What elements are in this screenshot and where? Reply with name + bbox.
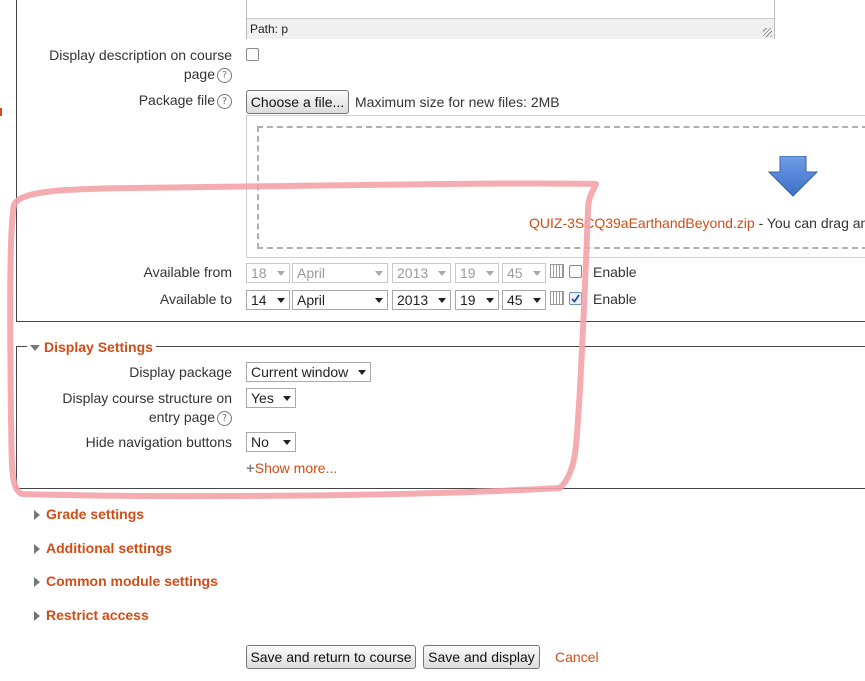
course-structure-label-line2: entry page? bbox=[30, 408, 232, 427]
available-from-year-select[interactable]: 2013 bbox=[392, 263, 451, 283]
hide-nav-label: Hide navigation buttons bbox=[85, 434, 232, 450]
available-from-month-select[interactable]: April bbox=[292, 263, 388, 283]
course-structure-label: Display course structure on entry page? bbox=[30, 389, 232, 427]
edge-mark bbox=[0, 108, 2, 116]
available-from-hour-select[interactable]: 19 bbox=[455, 263, 499, 283]
chevron-down-icon bbox=[277, 298, 285, 303]
chevron-down-icon bbox=[375, 271, 383, 276]
available-from-day-select[interactable]: 18 bbox=[246, 263, 290, 283]
available-to-month-value: April bbox=[297, 292, 326, 308]
display-package-label: Display package bbox=[129, 364, 232, 380]
available-from-label: Available from bbox=[143, 264, 232, 280]
available-to-year-value: 2013 bbox=[397, 292, 429, 308]
display-settings-legend[interactable]: Display Settings bbox=[27, 339, 156, 355]
available-to-enable-label: Enable bbox=[593, 291, 637, 307]
chevron-down-icon bbox=[277, 271, 285, 276]
help-icon[interactable]: ? bbox=[217, 410, 232, 426]
course-structure-label-line1: Display course structure on bbox=[62, 390, 232, 406]
plus-icon: + bbox=[246, 460, 255, 477]
package-file-label-text: Package file bbox=[138, 92, 215, 108]
section-additional-settings[interactable]: Additional settings bbox=[34, 540, 172, 556]
display-package-select[interactable]: Current window bbox=[246, 362, 371, 382]
available-to-day-select[interactable]: 14 bbox=[246, 290, 290, 310]
available-from-year-value: 2013 bbox=[397, 265, 429, 281]
available-to-enable-checkbox[interactable] bbox=[569, 292, 582, 305]
available-from-minute-value: 45 bbox=[507, 265, 523, 281]
display-description-label-line2: page? bbox=[30, 65, 232, 84]
available-to-month-select[interactable]: April bbox=[292, 290, 388, 310]
file-drop-area[interactable]: QUIZ-3SCQ39aEarthandBeyond.zip - You can… bbox=[246, 115, 865, 258]
editor-path-label: Path: p bbox=[250, 22, 289, 36]
chevron-down-icon bbox=[358, 370, 366, 375]
editor-path-bar: Path: p bbox=[247, 18, 774, 39]
help-icon[interactable]: ? bbox=[217, 93, 232, 109]
chevron-down-icon bbox=[533, 271, 541, 276]
chevron-down-icon bbox=[486, 271, 494, 276]
section-title: Common module settings bbox=[46, 573, 218, 589]
expand-triangle-icon bbox=[34, 577, 40, 588]
chevron-down-icon bbox=[438, 298, 446, 303]
available-from-enable-label: Enable bbox=[593, 264, 637, 280]
hide-nav-select[interactable]: No bbox=[246, 432, 296, 452]
save-and-return-button[interactable]: Save and return to course bbox=[246, 645, 416, 669]
max-size-text: Maximum size for new files: 2MB bbox=[355, 94, 560, 110]
cancel-link[interactable]: Cancel bbox=[555, 649, 599, 665]
fieldset-border-left bbox=[16, 0, 17, 322]
collapse-triangle-icon bbox=[30, 345, 40, 352]
available-from-day-value: 18 bbox=[251, 265, 267, 281]
course-structure-select[interactable]: Yes bbox=[246, 388, 296, 408]
available-to-hour-value: 19 bbox=[460, 292, 476, 308]
drag-hint-text: - You can drag and bbox=[754, 215, 865, 231]
fieldset-border-bottom bbox=[16, 321, 865, 322]
chevron-down-icon bbox=[375, 298, 383, 303]
download-arrow-icon bbox=[767, 156, 819, 197]
show-more-text: Show more... bbox=[254, 460, 338, 476]
help-icon[interactable]: ? bbox=[217, 67, 232, 83]
course-structure-label-text: entry page bbox=[148, 409, 215, 425]
display-description-label: Display description on course page? bbox=[30, 46, 232, 84]
section-grade-settings[interactable]: Grade settings bbox=[34, 506, 144, 522]
uploaded-file-line: QUIZ-3SCQ39aEarthandBeyond.zip - You can… bbox=[529, 215, 865, 231]
checkmark-icon bbox=[571, 294, 580, 303]
available-from-month-value: April bbox=[297, 265, 326, 281]
chevron-down-icon bbox=[533, 298, 541, 303]
section-restrict-access[interactable]: Restrict access bbox=[34, 607, 149, 623]
section-common-module-settings[interactable]: Common module settings bbox=[34, 573, 218, 589]
show-more-link[interactable]: +Show more... bbox=[246, 460, 337, 477]
available-to-label: Available to bbox=[159, 291, 232, 307]
chevron-down-icon bbox=[283, 396, 291, 401]
display-description-label-line1: Display description on course bbox=[49, 47, 232, 63]
calendar-icon[interactable] bbox=[550, 291, 564, 305]
display-description-checkbox[interactable] bbox=[246, 48, 259, 61]
expand-triangle-icon bbox=[34, 544, 40, 555]
available-to-year-select[interactable]: 2013 bbox=[392, 290, 451, 310]
package-file-label: Package file? bbox=[30, 91, 232, 110]
available-to-hour-select[interactable]: 19 bbox=[455, 290, 499, 310]
section-title: Restrict access bbox=[46, 607, 149, 623]
available-to-minute-select[interactable]: 45 bbox=[502, 290, 546, 310]
hide-nav-value: No bbox=[251, 434, 269, 450]
section-title: Grade settings bbox=[46, 506, 145, 522]
resize-grip-icon[interactable] bbox=[763, 28, 772, 37]
display-settings-title: Display Settings bbox=[44, 339, 153, 355]
chevron-down-icon bbox=[438, 271, 446, 276]
expand-triangle-icon bbox=[34, 510, 40, 521]
expand-triangle-icon bbox=[34, 611, 40, 622]
section-title: Additional settings bbox=[46, 540, 172, 556]
available-from-enable-checkbox[interactable] bbox=[569, 265, 582, 278]
chevron-down-icon bbox=[283, 440, 291, 445]
available-from-hour-value: 19 bbox=[460, 265, 476, 281]
display-description-label-text: page bbox=[183, 66, 215, 82]
uploaded-file-link[interactable]: QUIZ-3SCQ39aEarthandBeyond.zip bbox=[529, 215, 755, 231]
chevron-down-icon bbox=[486, 298, 494, 303]
available-to-day-value: 14 bbox=[251, 292, 267, 308]
course-structure-value: Yes bbox=[251, 390, 274, 406]
available-from-minute-select[interactable]: 45 bbox=[502, 263, 546, 283]
display-package-value: Current window bbox=[251, 364, 349, 380]
choose-file-button[interactable]: Choose a file... bbox=[246, 90, 349, 114]
editor-area[interactable]: Path: p bbox=[246, 0, 775, 39]
save-and-display-button[interactable]: Save and display bbox=[423, 645, 540, 669]
calendar-icon[interactable] bbox=[550, 264, 564, 278]
available-to-minute-value: 45 bbox=[507, 292, 523, 308]
